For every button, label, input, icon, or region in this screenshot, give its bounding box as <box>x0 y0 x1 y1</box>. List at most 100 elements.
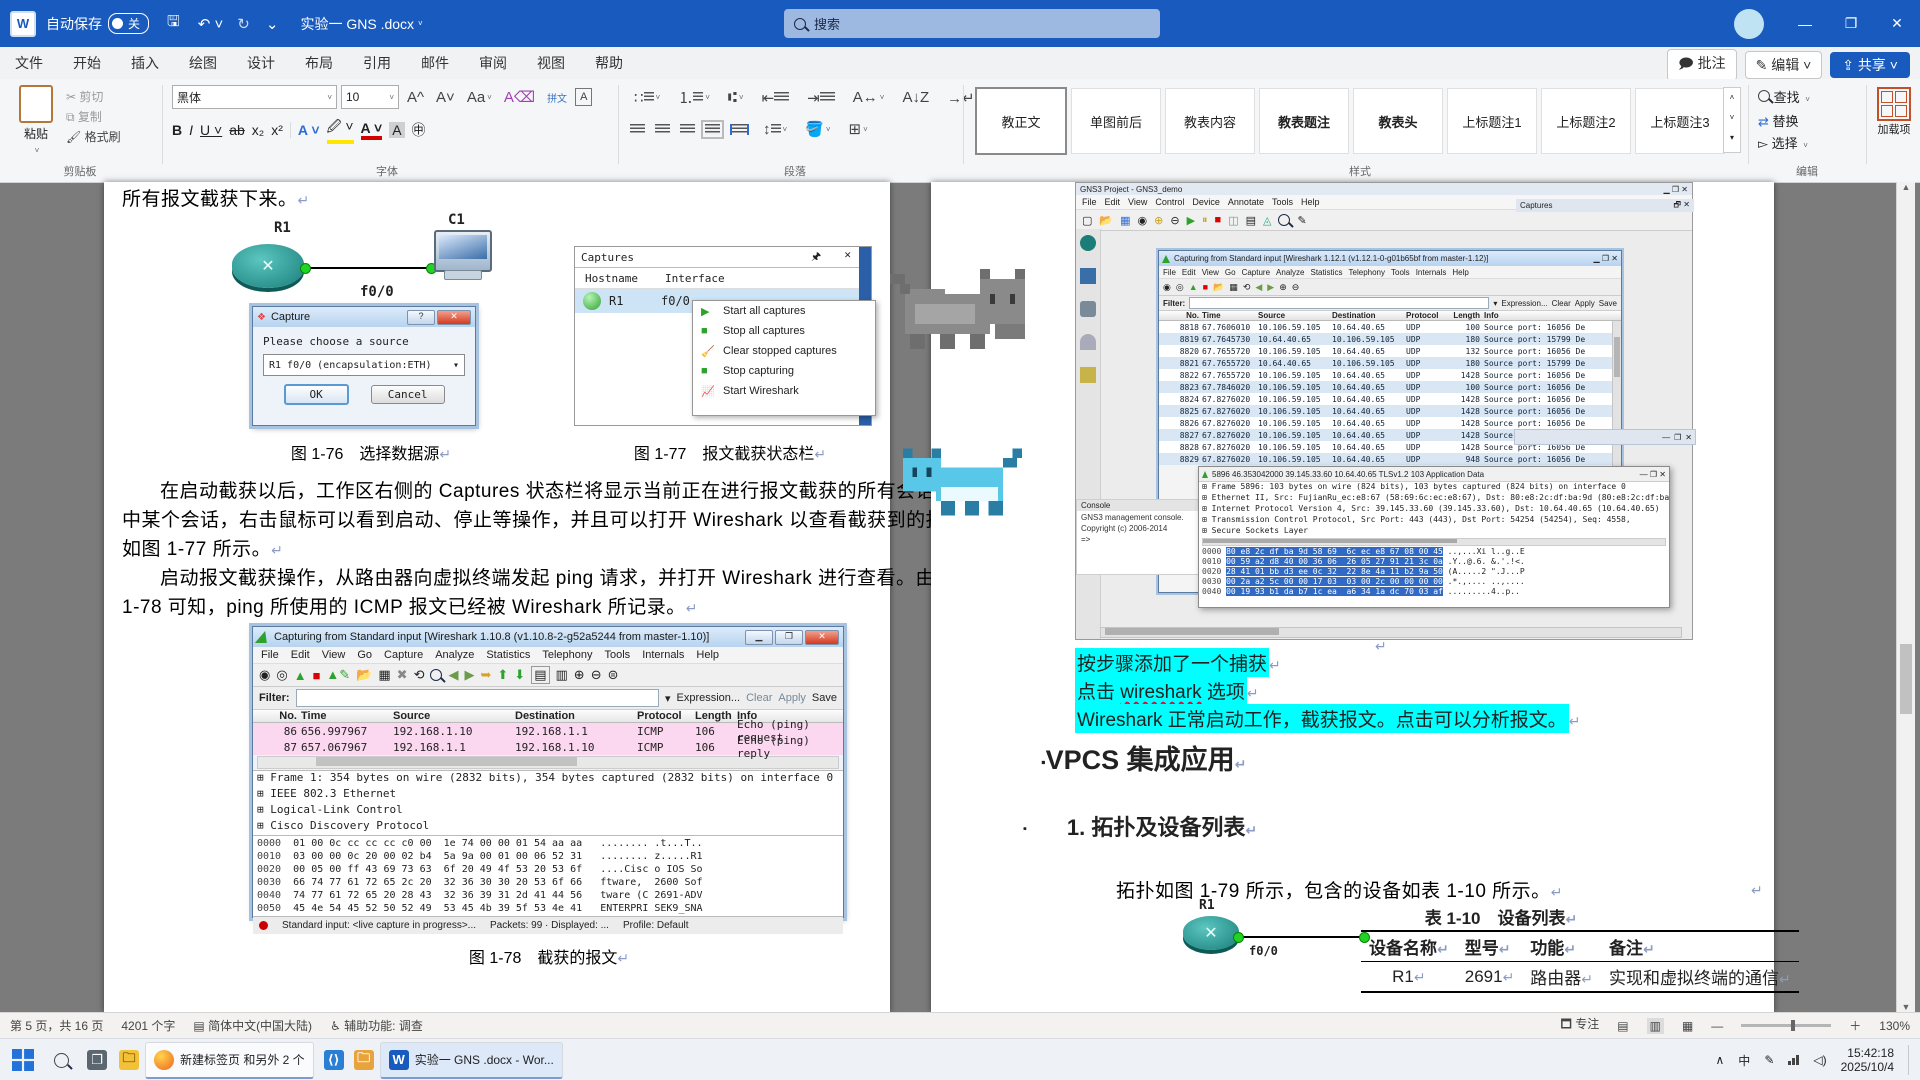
style-item[interactable]: 教正文 <box>975 87 1067 155</box>
menu-item[interactable]: File <box>1082 197 1097 207</box>
filter-dropdown-icon[interactable]: ▾ <box>665 692 671 705</box>
menu-item[interactable]: Statistics <box>486 649 530 661</box>
clear-button[interactable]: Clear <box>746 692 772 704</box>
zoom-out-icon[interactable]: — <box>1711 1019 1723 1033</box>
menu-item[interactable]: Annotate <box>1228 197 1264 207</box>
packet-row[interactable]: 881967.7645730 10.64.40.6510.106.59.105 … <box>1159 333 1621 345</box>
detail-row[interactable]: ⊞ Secure Sockets Layer <box>1199 526 1669 537</box>
options-icon[interactable]: ◎ <box>276 667 287 683</box>
captures-panel-titlebar[interactable]: Captures🖈✕ <box>575 247 871 268</box>
ime-indicator[interactable]: 中 <box>1738 1052 1750 1069</box>
start-icon[interactable]: ▶ <box>1187 214 1195 227</box>
zoom-icon[interactable]: ⊕ <box>1154 214 1163 227</box>
style-item[interactable]: 教表题注 <box>1259 88 1349 154</box>
detail-row[interactable]: ⊞ Frame 5896: 103 bytes on wire (824 bit… <box>1199 482 1669 493</box>
style-item[interactable]: 教表头 <box>1353 88 1443 154</box>
col-hostname[interactable]: Hostname <box>575 272 665 285</box>
magnify-icon[interactable] <box>1278 214 1290 226</box>
menu-item[interactable]: Edit <box>291 649 310 661</box>
highlight-color-icon[interactable]: 🖉 ˅ <box>327 116 354 144</box>
hex-row[interactable]: 0020 00 05 00 ff 43 69 73 63 6f 20 49 4f… <box>257 863 839 876</box>
document-title[interactable]: 实验一 GNS .docx <box>300 14 414 34</box>
dialog-close-button[interactable]: ✕ <box>437 310 471 325</box>
web-layout-icon[interactable]: ▦ <box>1682 1019 1693 1033</box>
wps-icon[interactable]: 🗀 <box>354 1050 374 1070</box>
ribbon-tab[interactable]: 审阅 <box>464 47 522 79</box>
taskbar-firefox-button[interactable]: 新建标签页 和另外 2 个 <box>145 1042 314 1079</box>
detail-row[interactable]: ⊞ Transmission Control Protocol, Src Por… <box>1199 515 1669 526</box>
distribute-icon[interactable] <box>730 124 749 135</box>
hex-row[interactable]: 0000 01 00 0c cc cc cc c0 00 1e 74 00 00… <box>257 837 839 850</box>
interfaces-icon[interactable]: ◉ <box>1163 282 1171 293</box>
gns3-window-buttons[interactable]: ▁ ❐ ✕ <box>1664 185 1688 194</box>
hex-row[interactable]: 0000 80 e8 2c df ba 9d 58 69 6c ec e8 67… <box>1202 547 1666 557</box>
packet-row[interactable]: 87657.067967 192.168.1.1192.168.1.10 ICM… <box>253 739 843 755</box>
hex-row[interactable]: 0030 66 74 77 61 72 65 2c 20 32 36 30 30… <box>257 876 839 889</box>
maximize-button[interactable]: ❐ <box>1828 0 1874 47</box>
minimize-button[interactable]: — <box>1782 0 1828 47</box>
grow-font-icon[interactable]: A^ <box>403 87 428 108</box>
increase-indent-icon[interactable]: ⇥ <box>803 87 839 109</box>
packet-row[interactable]: 882167.7655720 10.64.40.6510.106.59.105 … <box>1159 357 1621 369</box>
ribbon-tab[interactable]: 视图 <box>522 47 580 79</box>
decrease-indent-icon[interactable]: ⇤ <box>758 87 794 109</box>
ribbon-tab[interactable]: 插入 <box>116 47 174 79</box>
dock-close-icon[interactable]: 🗗 ✕ <box>1674 199 1690 213</box>
print-layout-icon[interactable]: ▥ <box>1647 1018 1664 1034</box>
popup-titlebar[interactable]: 5896 46.353042000 39.145.33.60 10.64.40.… <box>1199 467 1669 482</box>
taskbar-clock[interactable]: 15:42:18 2025/10/4 <box>1841 1046 1894 1074</box>
context-menu-item[interactable]: 📈 Start Wireshark <box>693 381 875 401</box>
style-item[interactable]: 上标题注2 <box>1541 88 1631 154</box>
floating-panel-titlebar[interactable]: —❐✕ <box>1514 429 1696 445</box>
restart-capture-icon[interactable]: ▲✎ <box>326 667 350 683</box>
focus-mode-button[interactable]: 🗖 专注 <box>1561 1015 1600 1036</box>
endpoint-device-icon[interactable] <box>1080 301 1096 317</box>
detail-row[interactable]: ⊞ Frame 1: 354 bytes on wire (2832 bits)… <box>253 771 843 787</box>
packet-row[interactable]: 881867.7606010 10.106.59.10510.64.40.65 … <box>1159 321 1621 333</box>
cloud-device-icon[interactable] <box>1080 334 1096 350</box>
multilevel-list-icon[interactable]: ⑆˅ <box>724 87 748 108</box>
menu-item[interactable]: View <box>322 649 346 661</box>
cancel-button[interactable]: Cancel <box>371 385 445 404</box>
ribbon-tab[interactable]: 设计 <box>232 47 290 79</box>
save-filter-button[interactable]: Save <box>812 692 837 704</box>
document-page-left[interactable]: 所有报文截获下来。↵ R1 C1 f0/0 ❖ Capture ? ✕ Plea… <box>104 182 890 1012</box>
menu-item[interactable]: Analyze <box>435 649 474 661</box>
console-icon[interactable]: ▤ <box>1246 214 1256 227</box>
menu-item[interactable]: Control <box>1155 197 1184 207</box>
menu-item[interactable]: Capture <box>1242 268 1270 277</box>
addins-button[interactable]: 加载项 <box>1872 87 1916 137</box>
router-device-icon[interactable] <box>1080 235 1096 251</box>
ribbon-tab[interactable]: 帮助 <box>580 47 638 79</box>
style-item[interactable]: 上标题注3 <box>1635 88 1725 154</box>
taskbar-search-icon[interactable] <box>54 1053 69 1068</box>
clear-format-icon[interactable]: A⌫ <box>500 86 539 108</box>
menu-item[interactable]: File <box>1163 268 1176 277</box>
menu-item[interactable]: File <box>261 649 279 661</box>
bullets-icon[interactable]: ∷˅ <box>630 87 664 109</box>
ribbon-tab[interactable]: 邮件 <box>406 47 464 79</box>
maximize-button[interactable]: ❐ <box>775 630 803 645</box>
line-spacing-icon[interactable]: ↕˅ <box>759 119 791 140</box>
language-indicator[interactable]: ▤ 简体中文(中国大陆) <box>193 1017 312 1034</box>
zoom-level[interactable]: 130% <box>1879 1019 1910 1033</box>
share-button[interactable]: ⇪ 共享 ˅ <box>1830 52 1910 78</box>
note-icon[interactable]: ✎ <box>1297 214 1306 227</box>
context-menu-item[interactable]: ▶ Start all captures <box>693 301 875 321</box>
switch-device-icon[interactable] <box>1080 268 1096 284</box>
zoom-out-icon[interactable]: ⊖ <box>591 667 602 683</box>
save-icon[interactable]: ▦ <box>378 667 390 683</box>
close-file-icon[interactable]: ✖ <box>397 667 408 683</box>
save-icon[interactable]: 🖫 <box>163 9 184 38</box>
dialog-help-button[interactable]: ? <box>407 310 435 325</box>
phonetic-guide-icon[interactable]: 拼文 <box>543 88 571 107</box>
hex-row[interactable]: 0040 74 77 61 72 65 20 28 43 32 36 39 31… <box>257 889 839 902</box>
autosave-toggle[interactable]: 关 <box>108 13 149 34</box>
cut-button[interactable]: ✂ 剪切 <box>66 87 121 107</box>
detail-row[interactable]: ⊞ Ethernet II, Src: FujianRu_ec:e8:67 (5… <box>1199 493 1669 504</box>
style-item[interactable]: 教表内容 <box>1165 88 1255 154</box>
console-title[interactable]: Console <box>1077 500 1199 511</box>
menu-item[interactable]: Tools <box>1391 268 1410 277</box>
packet-row[interactable]: 882467.8276020 10.106.59.10510.64.40.65 … <box>1159 393 1621 405</box>
ok-button[interactable]: OK <box>284 384 349 405</box>
